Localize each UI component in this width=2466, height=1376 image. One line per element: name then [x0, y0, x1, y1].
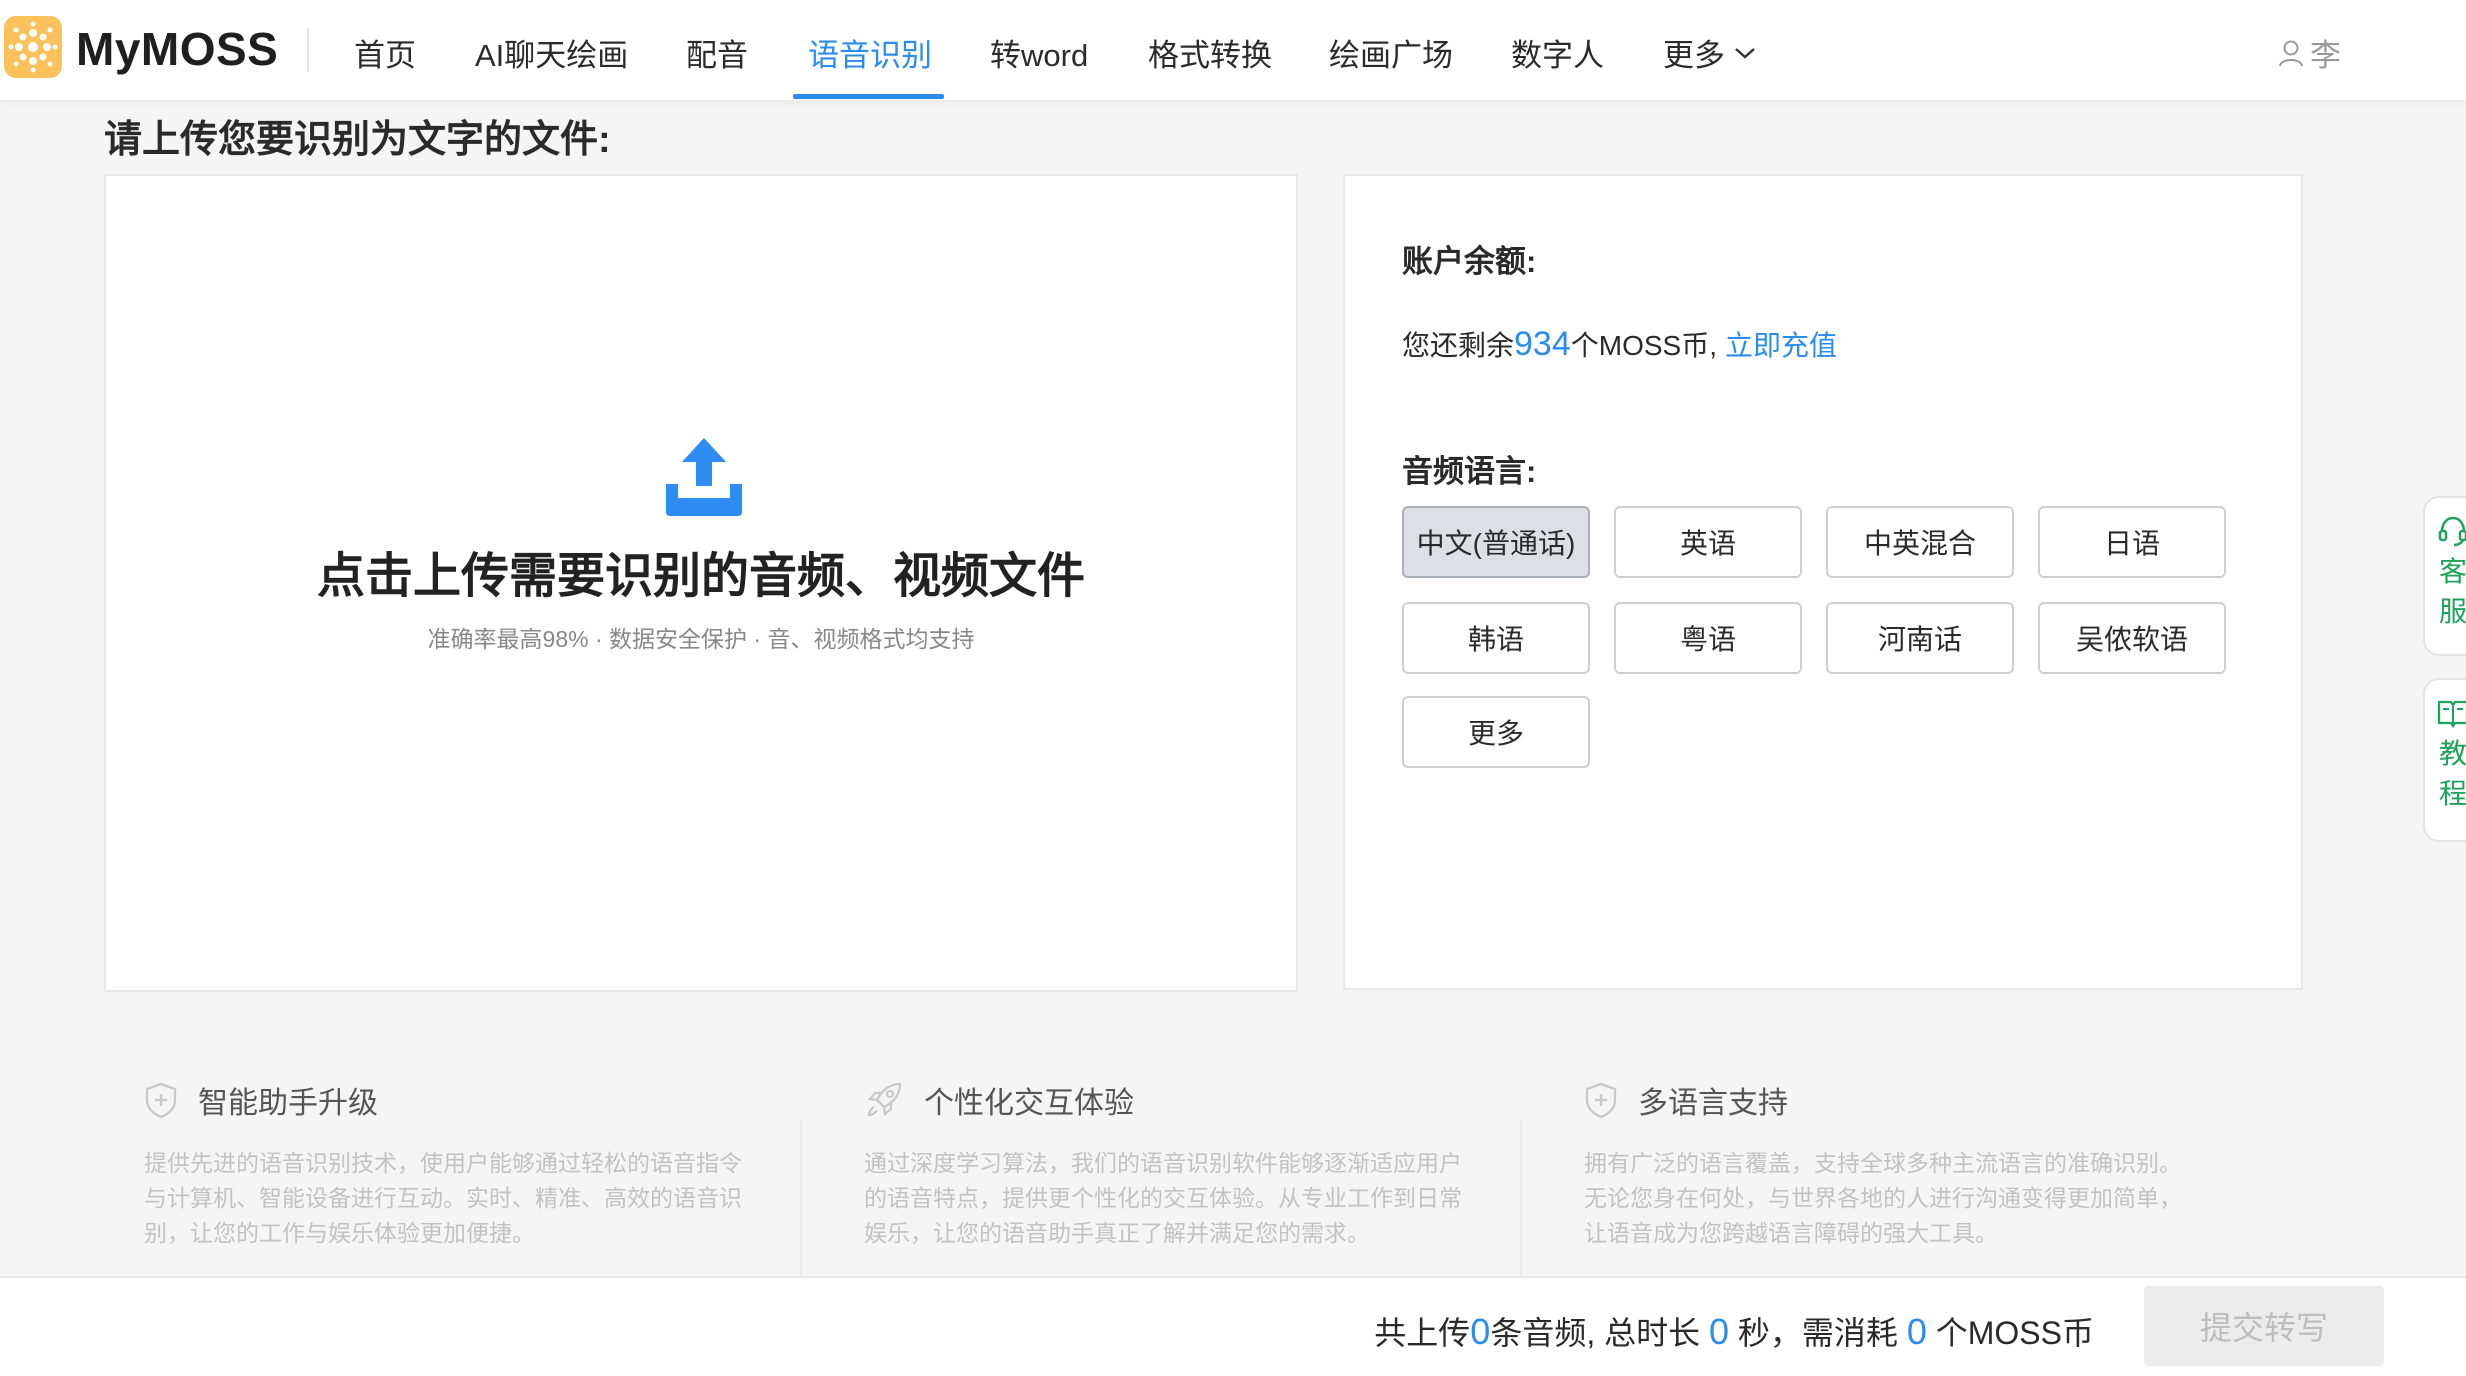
nav-item-more[interactable]: 更多 [1663, 30, 1757, 75]
feature-multilingual: 多语言支持 拥有广泛的语言覆盖，支持全球多种主流语言的准确识别。无论您身在何处，… [1584, 1076, 2244, 1251]
balance-prefix: 您还剩余 [1402, 330, 1515, 361]
feature-smart-assistant: 智能助手升级 提供先进的语音识别技术，使用户能够通过轻松的语音指令与计算机、智能… [144, 1076, 804, 1251]
user-name: 李 [2310, 38, 2341, 73]
app-name[interactable]: MyMOSS [76, 22, 278, 76]
feature-divider [1520, 1120, 1522, 1280]
nav-item-ai-chat-drawing[interactable]: AI聊天绘画 [475, 30, 628, 75]
upload-subtitle: 准确率最高98% · 数据安全保护 · 音、视频格式均支持 [427, 626, 975, 652]
balance-line: 您还剩余934个MOSS币, 立即充值 [1402, 324, 1837, 364]
language-label: 音频语言: [1402, 454, 1537, 489]
lang-option-japanese[interactable]: 日语 [2038, 506, 2226, 578]
lang-option-english[interactable]: 英语 [1614, 506, 1802, 578]
feature-desc: 提供先进的语音识别技术，使用户能够通过轻松的语音指令与计算机、智能设备进行互动。… [144, 1150, 742, 1246]
nav-divider [307, 28, 309, 72]
nav-item-digital-human[interactable]: 数字人 [1511, 30, 1604, 75]
summary-text-4: 个MOSS币 [1935, 1315, 2094, 1351]
customer-service-label: 客服 [2438, 556, 2466, 627]
upload-title: 点击上传需要识别的音频、视频文件 [316, 550, 1085, 603]
top-navbar: MyMOSS 首页 AI聊天绘画 配音 语音识别 转word 格式转换 绘画广场… [0, 0, 2466, 100]
nav-item-speech-recognition[interactable]: 语音识别 [808, 30, 932, 75]
total-duration: 0 [1709, 1311, 1730, 1352]
upload-icon [666, 438, 742, 516]
summary-text-3: 秒，需消耗 [1737, 1315, 1898, 1351]
feature-title: 智能助手升级 [198, 1087, 378, 1120]
chevron-down-icon [1735, 47, 1755, 59]
balance-amount: 934 [1514, 325, 1571, 363]
tutorial-tab[interactable]: 教程 [2423, 678, 2466, 842]
lang-option-korean[interactable]: 韩语 [1402, 602, 1590, 674]
feature-personalized-interaction: 个性化交互体验 通过深度学习算法，我们的语音识别软件能够逐渐适应用户的语音特点，… [864, 1076, 1524, 1251]
nav-item-home[interactable]: 首页 [354, 30, 416, 75]
upload-dropzone[interactable]: 点击上传需要识别的音频、视频文件 准确率最高98% · 数据安全保护 · 音、视… [104, 174, 1298, 992]
nav-item-drawing-square[interactable]: 绘画广场 [1329, 30, 1453, 75]
customer-service-tab[interactable]: 客服 [2423, 496, 2466, 656]
lang-option-cantonese[interactable]: 粤语 [1614, 602, 1802, 674]
lang-option-henan-dialect[interactable]: 河南话 [1826, 602, 2014, 674]
balance-label: 账户余额: [1402, 244, 1537, 279]
lang-option-more[interactable]: 更多 [1402, 696, 1590, 768]
tutorial-label: 教程 [2438, 738, 2466, 809]
cost-amount: 0 [1906, 1311, 1927, 1352]
book-icon [2437, 700, 2466, 728]
lang-option-wu-dialect[interactable]: 吴侬软语 [2038, 602, 2226, 674]
nav-item-to-word[interactable]: 转word [990, 30, 1088, 75]
user-icon [2279, 40, 2303, 66]
bottom-action-bar: 共上传0条音频, 总时长 0 秒，需消耗 0 个MOSS币 提交转写 [0, 1276, 2466, 1376]
shield-icon [145, 1082, 177, 1119]
summary-text-2: 条音频, 总时长 [1490, 1315, 1701, 1351]
rocket-icon [867, 1082, 902, 1117]
user-menu[interactable]: 李 [2278, 30, 2341, 75]
active-nav-indicator [793, 94, 944, 99]
submit-transcription-button[interactable]: 提交转写 [2144, 1286, 2384, 1366]
recharge-link[interactable]: 立即充值 [1725, 330, 1837, 361]
mymoss-logo-icon[interactable] [4, 16, 62, 78]
upload-summary: 共上传0条音频, 总时长 0 秒，需消耗 0 个MOSS币 [1374, 1308, 2094, 1354]
feature-title: 个性化交互体验 [924, 1087, 1134, 1120]
nav-item-format-convert[interactable]: 格式转换 [1148, 30, 1272, 75]
feature-desc: 通过深度学习算法，我们的语音识别软件能够逐渐适应用户的语音特点，提供更个性化的交… [864, 1150, 1462, 1246]
page-title: 请上传您要识别为文字的文件: [104, 119, 611, 161]
lang-option-chinese-english[interactable]: 中英混合 [1826, 506, 2014, 578]
feature-desc: 拥有广泛的语言覆盖，支持全球多种主流语言的准确识别。无论您身在何处，与世界各地的… [1584, 1150, 2182, 1246]
nav-more-label: 更多 [1663, 38, 1725, 73]
headset-icon [2438, 516, 2466, 547]
balance-unit: 个MOSS币, [1570, 330, 1717, 361]
shield-icon [1585, 1082, 1617, 1119]
feature-divider [800, 1120, 802, 1280]
lang-option-mandarin[interactable]: 中文(普通话) [1402, 506, 1590, 578]
settings-panel: 账户余额: 您还剩余934个MOSS币, 立即充值 音频语言: 中文(普通话) 英… [1343, 174, 2303, 990]
summary-text-1: 共上传 [1374, 1315, 1471, 1351]
feature-title: 多语言支持 [1638, 1087, 1788, 1120]
nav-item-dubbing[interactable]: 配音 [686, 30, 748, 75]
upload-count: 0 [1470, 1311, 1491, 1352]
